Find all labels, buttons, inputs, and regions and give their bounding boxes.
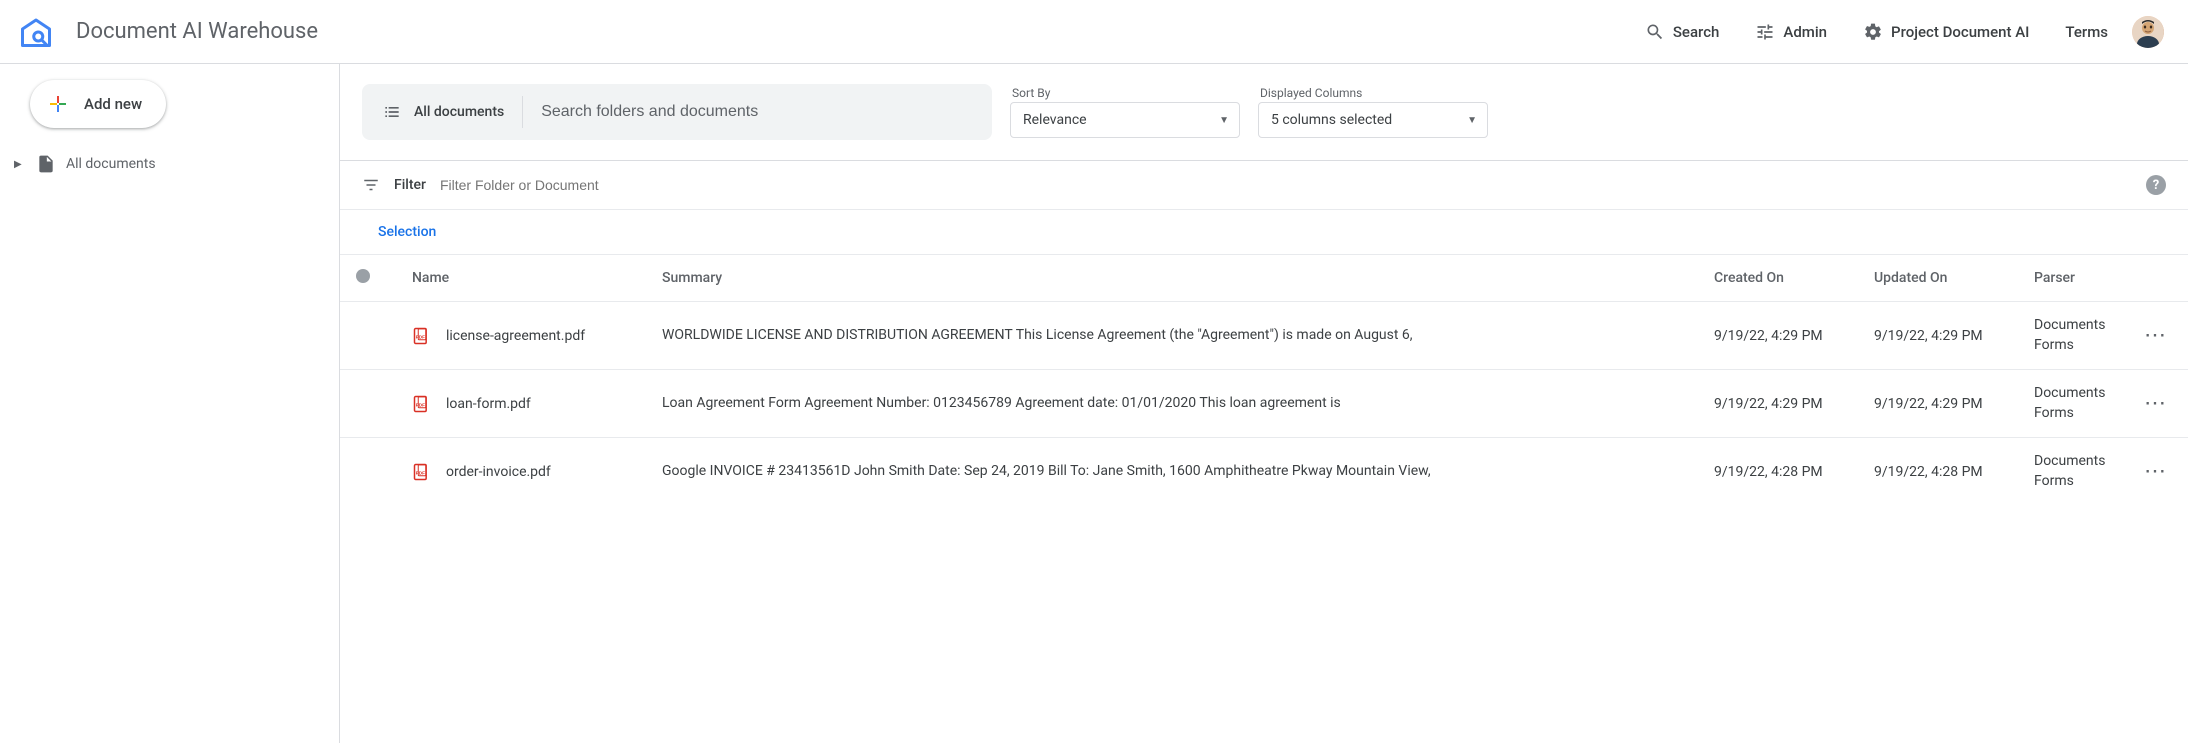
svg-text:PDF: PDF bbox=[416, 402, 425, 407]
pdf-icon: PDF bbox=[412, 394, 432, 414]
table-row[interactable]: PDF license-agreement.pdf WORLDWIDE LICE… bbox=[340, 302, 2188, 370]
filter-bar: Filter ? bbox=[340, 160, 2188, 209]
sort-by-value: Relevance bbox=[1023, 112, 1087, 128]
header-admin-button[interactable]: Admin bbox=[1743, 14, 1839, 50]
row-created-cell: 9/19/22, 4:28 PM bbox=[1698, 438, 1858, 506]
column-header-updated[interactable]: Updated On bbox=[1858, 255, 2018, 302]
row-parser-cell: DocumentsForms bbox=[2018, 438, 2128, 506]
column-header-created[interactable]: Created On bbox=[1698, 255, 1858, 302]
row-parser-cell: DocumentsForms bbox=[2018, 370, 2128, 438]
document-name: order-invoice.pdf bbox=[446, 464, 551, 480]
pdf-icon: PDF bbox=[412, 326, 432, 346]
filter-input[interactable] bbox=[440, 177, 2132, 193]
header-project-button[interactable]: Project Document AI bbox=[1851, 14, 2041, 50]
chevron-down-icon: ▼ bbox=[1219, 115, 1229, 126]
search-scope-label: All documents bbox=[414, 104, 504, 120]
row-created-cell: 9/19/22, 4:29 PM bbox=[1698, 370, 1858, 438]
header-search-label: Search bbox=[1673, 23, 1720, 41]
search-icon bbox=[1645, 22, 1665, 42]
tab-selection[interactable]: Selection bbox=[378, 224, 436, 240]
document-icon bbox=[36, 154, 56, 174]
displayed-columns-select[interactable]: 5 columns selected ▼ bbox=[1258, 102, 1488, 138]
table-row[interactable]: PDF order-invoice.pdf Google INVOICE # 2… bbox=[340, 438, 2188, 506]
sort-by-label: Sort By bbox=[1010, 86, 1240, 100]
filter-label: Filter bbox=[394, 177, 426, 193]
add-new-label: Add new bbox=[84, 95, 142, 113]
sidebar-all-documents-label: All documents bbox=[66, 156, 156, 172]
help-icon[interactable]: ? bbox=[2146, 175, 2166, 195]
document-name: license-agreement.pdf bbox=[446, 328, 585, 344]
search-input[interactable] bbox=[523, 84, 972, 140]
sort-by-group: Sort By Relevance ▼ bbox=[1010, 86, 1240, 138]
chevron-down-icon: ▼ bbox=[1467, 115, 1477, 126]
header-project-label: Project Document AI bbox=[1891, 23, 2029, 41]
main-toolbar: All documents Sort By Relevance ▼ Displa… bbox=[340, 64, 2188, 160]
avatar-image bbox=[2132, 16, 2164, 48]
row-select-cell bbox=[340, 438, 396, 506]
app-title: Document AI Warehouse bbox=[76, 19, 1633, 44]
product-logo-icon bbox=[16, 12, 56, 52]
row-summary-cell: WORLDWIDE LICENSE AND DISTRIBUTION AGREE… bbox=[646, 302, 1698, 370]
column-select bbox=[340, 255, 396, 302]
document-name: loan-form.pdf bbox=[446, 396, 531, 412]
filter-icon bbox=[362, 176, 380, 194]
row-overflow-menu-icon[interactable]: ⋯ bbox=[2144, 323, 2168, 348]
svg-text:PDF: PDF bbox=[416, 334, 425, 339]
row-summary-cell: Google INVOICE # 23413561D John Smith Da… bbox=[646, 438, 1698, 506]
sort-by-select[interactable]: Relevance ▼ bbox=[1010, 102, 1240, 138]
header-terms-link[interactable]: Terms bbox=[2053, 15, 2120, 49]
column-header-summary[interactable]: Summary bbox=[646, 255, 1698, 302]
table-row[interactable]: PDF loan-form.pdf Loan Agreement Form Ag… bbox=[340, 370, 2188, 438]
displayed-columns-group: Displayed Columns 5 columns selected ▼ bbox=[1258, 86, 1488, 138]
header-terms-label: Terms bbox=[2065, 23, 2108, 41]
tune-icon bbox=[1755, 22, 1775, 42]
row-select-cell bbox=[340, 302, 396, 370]
svg-text:PDF: PDF bbox=[416, 470, 425, 475]
expand-caret-icon: ▶ bbox=[14, 159, 26, 170]
select-all-radio[interactable] bbox=[356, 269, 370, 283]
search-bar: All documents bbox=[362, 84, 992, 140]
documents-table: Name Summary Created On Updated On Parse… bbox=[340, 254, 2188, 506]
header-search-button[interactable]: Search bbox=[1633, 14, 1732, 50]
table-header-row: Name Summary Created On Updated On Parse… bbox=[340, 255, 2188, 302]
column-header-name[interactable]: Name bbox=[396, 255, 646, 302]
plus-icon bbox=[46, 92, 70, 116]
header-actions: Search Admin Project Document AI Terms bbox=[1633, 14, 2164, 50]
user-avatar[interactable] bbox=[2132, 16, 2164, 48]
row-overflow-menu-icon[interactable]: ⋯ bbox=[2144, 391, 2168, 416]
row-overflow-menu-icon[interactable]: ⋯ bbox=[2144, 459, 2168, 484]
row-updated-cell: 9/19/22, 4:29 PM bbox=[1858, 370, 2018, 438]
row-name-cell: PDF loan-form.pdf bbox=[396, 370, 646, 438]
column-header-parser[interactable]: Parser bbox=[2018, 255, 2128, 302]
column-header-menu bbox=[2128, 255, 2188, 302]
row-select-cell bbox=[340, 370, 396, 438]
row-menu-cell: ⋯ bbox=[2128, 438, 2188, 506]
sidebar-item-all-documents[interactable]: ▶ All documents bbox=[10, 146, 339, 182]
main-panel: All documents Sort By Relevance ▼ Displa… bbox=[340, 64, 2188, 743]
search-scope-selector[interactable]: All documents bbox=[382, 96, 523, 128]
gear-icon bbox=[1863, 22, 1883, 42]
row-created-cell: 9/19/22, 4:29 PM bbox=[1698, 302, 1858, 370]
app-header: Document AI Warehouse Search Admin Proje… bbox=[0, 0, 2188, 64]
row-menu-cell: ⋯ bbox=[2128, 370, 2188, 438]
row-updated-cell: 9/19/22, 4:29 PM bbox=[1858, 302, 2018, 370]
selection-tab-strip: Selection bbox=[340, 209, 2188, 254]
row-name-cell: PDF order-invoice.pdf bbox=[396, 438, 646, 506]
row-menu-cell: ⋯ bbox=[2128, 302, 2188, 370]
row-name-cell: PDF license-agreement.pdf bbox=[396, 302, 646, 370]
pdf-icon: PDF bbox=[412, 462, 432, 482]
header-admin-label: Admin bbox=[1783, 23, 1827, 41]
sidebar: Add new ▶ All documents bbox=[0, 64, 340, 743]
displayed-columns-label: Displayed Columns bbox=[1258, 86, 1488, 100]
add-new-button[interactable]: Add new bbox=[30, 80, 166, 128]
row-updated-cell: 9/19/22, 4:28 PM bbox=[1858, 438, 2018, 506]
list-icon bbox=[382, 102, 402, 122]
row-summary-cell: Loan Agreement Form Agreement Number: 01… bbox=[646, 370, 1698, 438]
row-parser-cell: DocumentsForms bbox=[2018, 302, 2128, 370]
displayed-columns-value: 5 columns selected bbox=[1271, 112, 1392, 128]
